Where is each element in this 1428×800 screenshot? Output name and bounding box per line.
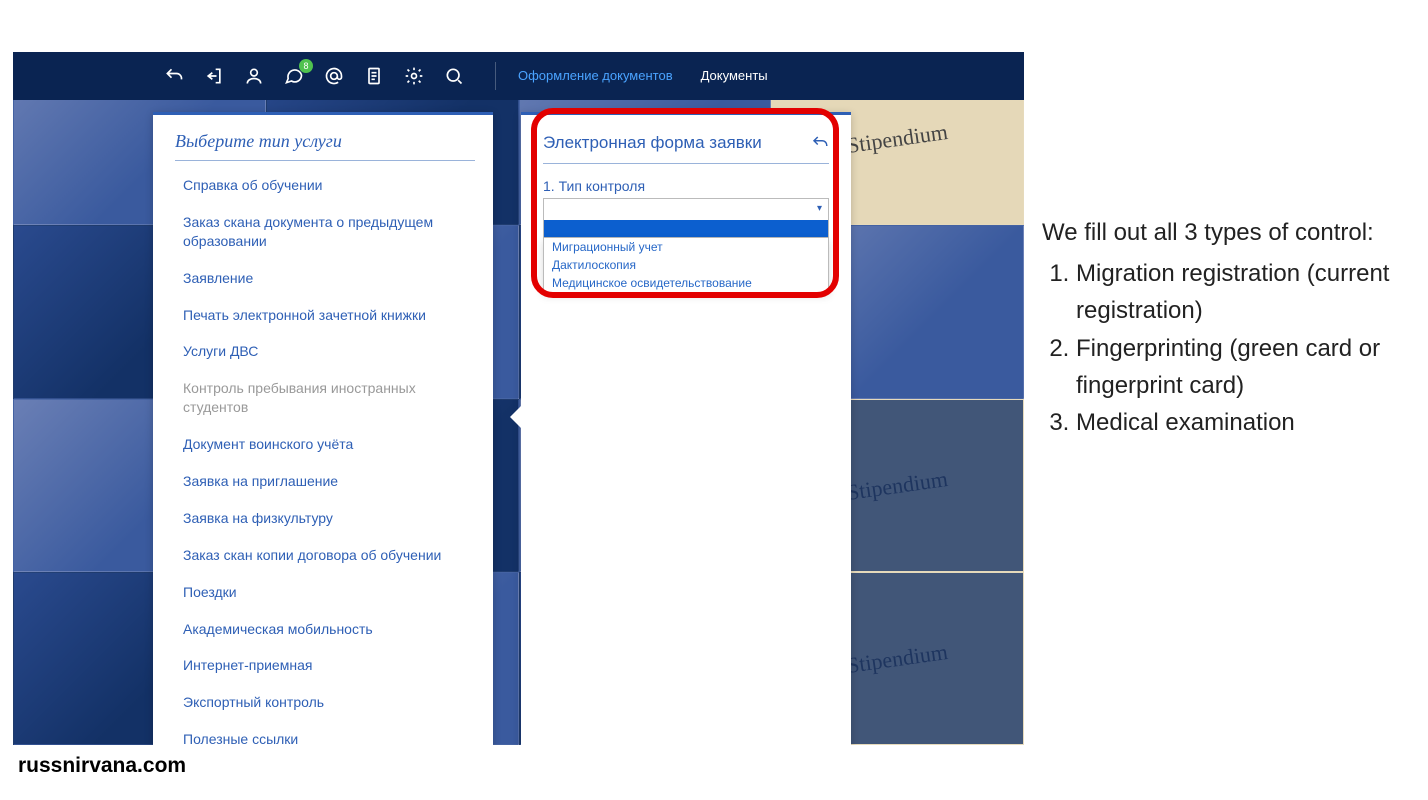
gear-icon[interactable]: [403, 65, 425, 87]
service-item[interactable]: Экспортный контроль: [175, 684, 493, 721]
service-item[interactable]: Услуги ДВС: [175, 333, 493, 370]
service-item[interactable]: Заказ скана документа о предыдущем образ…: [175, 204, 493, 260]
select-highlight-bar: [543, 220, 829, 238]
topbar: 8 Оформление документов Документы: [13, 52, 1024, 100]
search-icon[interactable]: [443, 65, 465, 87]
watermark: russnirvana.com: [18, 754, 186, 778]
form-panel: Электронная форма заявки 1. Тип контроля…: [521, 112, 851, 745]
annotation-intro: We fill out all 3 types of control:: [1042, 214, 1402, 251]
control-type-dropdown[interactable]: Миграционный учетДактилоскопияМедицинско…: [543, 238, 829, 293]
annotation-list: Migration registration (current registra…: [1042, 255, 1402, 441]
service-item[interactable]: Заказ скан копии договора об обучении: [175, 537, 493, 574]
panels: Выберите тип услуги Справка об обученииЗ…: [153, 112, 883, 745]
service-item[interactable]: Контроль пребывания иностранных студенто…: [175, 370, 493, 426]
service-item[interactable]: Полезные ссылки: [175, 721, 493, 745]
form-back-icon[interactable]: [811, 134, 829, 152]
service-item[interactable]: Документ воинского учёта: [175, 426, 493, 463]
nav-link-documents-form[interactable]: Оформление документов: [518, 69, 673, 84]
control-type-select[interactable]: ▾: [543, 198, 829, 220]
dropdown-option[interactable]: Дактилоскопия: [544, 256, 828, 274]
dropdown-option[interactable]: Медицинское освидетельствование: [544, 274, 828, 292]
panel-pointer-icon: [510, 405, 522, 429]
back-icon[interactable]: [163, 65, 185, 87]
user-icon[interactable]: [243, 65, 265, 87]
service-item[interactable]: Заявка на приглашение: [175, 463, 493, 500]
document-icon[interactable]: [363, 65, 385, 87]
annotation-text: We fill out all 3 types of control: Migr…: [1042, 214, 1402, 441]
chat-icon[interactable]: 8: [283, 65, 305, 87]
service-item[interactable]: Печать электронной зачетной книжки: [175, 297, 493, 334]
topbar-icons: 8: [163, 65, 465, 87]
service-list: Справка об обученииЗаказ скана документа…: [175, 167, 493, 745]
dropdown-option[interactable]: Миграционный учет: [544, 238, 828, 256]
service-type-title: Выберите тип услуги: [175, 131, 475, 161]
topbar-separator: [495, 62, 496, 90]
service-item[interactable]: Поездки: [175, 574, 493, 611]
service-item[interactable]: Заявка на физкультуру: [175, 500, 493, 537]
chat-badge: 8: [299, 59, 313, 73]
chevron-down-icon: ▾: [817, 203, 822, 214]
service-item[interactable]: Заявление: [175, 260, 493, 297]
form-title-row: Электронная форма заявки: [543, 133, 829, 164]
annotation-item: Medical examination: [1076, 404, 1402, 441]
nav-link-documents[interactable]: Документы: [701, 69, 768, 84]
service-item[interactable]: Справка об обучении: [175, 167, 493, 204]
service-item[interactable]: Академическая мобильность: [175, 611, 493, 648]
annotation-item: Migration registration (current registra…: [1076, 255, 1402, 329]
logout-icon[interactable]: [203, 65, 225, 87]
form-title: Электронная форма заявки: [543, 133, 762, 153]
annotation-item: Fingerprinting (green card or fingerprin…: [1076, 330, 1402, 404]
control-type-label: 1. Тип контроля: [543, 178, 829, 194]
app-screenshot: 8 Оформление документов Документы Выбери…: [13, 52, 1024, 745]
service-item[interactable]: Интернет-приемная: [175, 647, 493, 684]
at-icon[interactable]: [323, 65, 345, 87]
service-type-panel: Выберите тип услуги Справка об обученииЗ…: [153, 112, 493, 745]
